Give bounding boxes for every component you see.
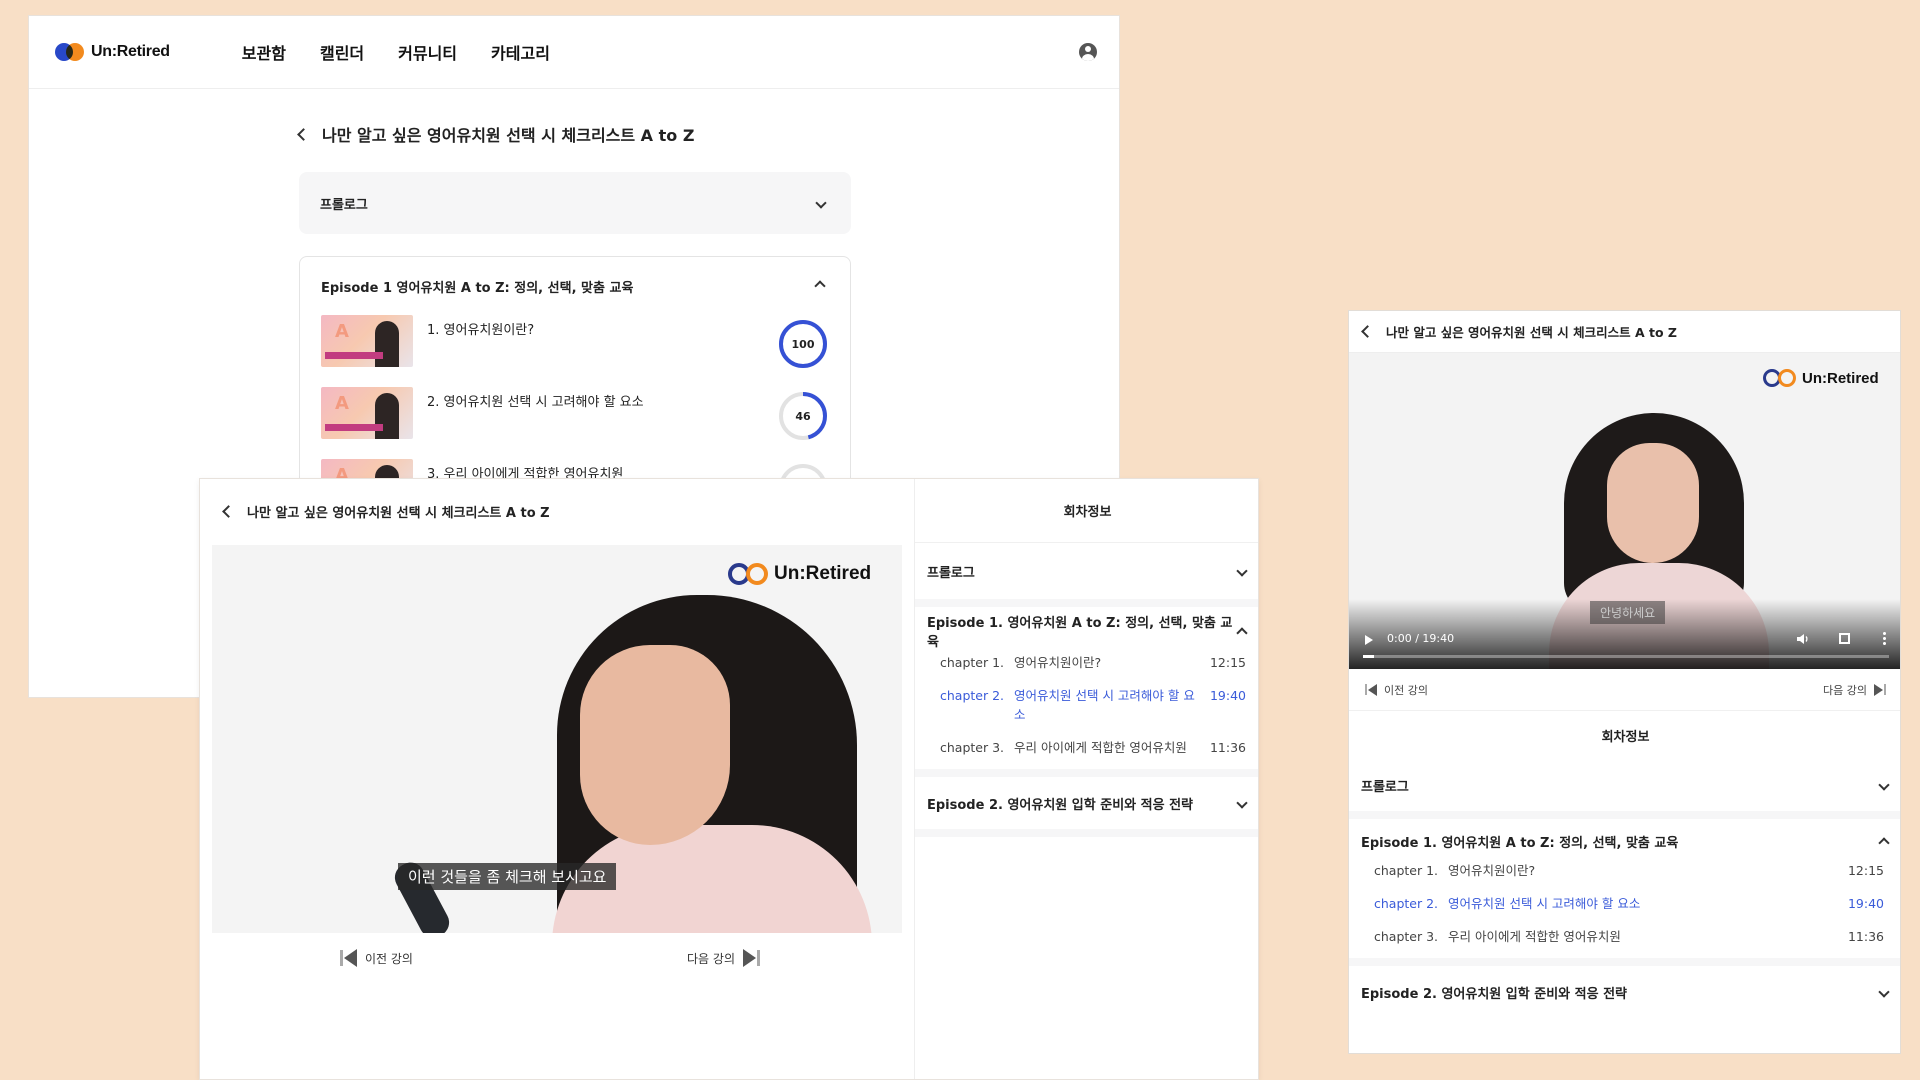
nav-item-calendar[interactable]: 캘린더: [320, 40, 364, 64]
prev-icon: [1365, 683, 1377, 696]
nav-item-category[interactable]: 카테고리: [491, 40, 550, 64]
brand-logo[interactable]: Un:Retired: [55, 42, 170, 62]
video-time: 0:00 / 19:40: [1387, 632, 1455, 645]
video-subtitle: 이런 것들을 좀 체크해 보시고요: [398, 863, 617, 890]
nav-item-library[interactable]: 보관함: [242, 40, 286, 64]
desktop-player-window: 나만 알고 싶은 영어유치원 선택 시 체크리스트 A to Z Un:Reti…: [199, 478, 1259, 1080]
lecture-navigation: 이전 강의 다음 강의: [340, 949, 760, 967]
chapter-item[interactable]: chapter 1. 영어유치원이란? 12:15: [915, 653, 1258, 672]
page-title: 나만 알고 싶은 영어유치원 선택 시 체크리스트 A to Z: [322, 126, 695, 145]
chapter-item-active[interactable]: chapter 2. 영어유치원 선택 시 고려해야 할 요소 19:40: [915, 686, 1258, 724]
course-title: 나만 알고 싶은 영어유치원 선택 시 체크리스트 A to Z: [1386, 325, 1677, 340]
video-player[interactable]: Un:Retired 안녕하세요 0:00 / 19:40: [1349, 353, 1900, 669]
more-vertical-icon[interactable]: [1883, 631, 1886, 645]
episode1-accordion: Episode 1 영어유치원 A to Z: 정의, 선택, 맞춤 교육 A …: [299, 256, 851, 496]
episode2-accordion[interactable]: Episode 2. 영어유치원 입학 준비와 적응 전략: [915, 777, 1258, 829]
session-panel: 회차정보 프롤로그 Episode 1. 영어유치원 A to Z: 정의, 선…: [1349, 711, 1900, 1018]
lesson-thumbnail: A: [321, 387, 413, 439]
progress-ring: 46: [777, 390, 829, 442]
chevron-down-icon: [1878, 986, 1890, 998]
video-controls: 0:00 / 19:40: [1349, 609, 1900, 669]
back-arrow-icon[interactable]: [297, 127, 310, 141]
session-info-title: 회차정보: [915, 479, 1258, 543]
next-icon: [743, 949, 760, 967]
fullscreen-icon[interactable]: [1839, 633, 1850, 644]
video-brand-logo: Un:Retired: [1763, 369, 1879, 387]
top-navigation: Un:Retired 보관함 캘린더 커뮤니티 카테고리: [29, 16, 1119, 89]
episode2-accordion[interactable]: Episode 2. 영어유치원 입학 준비와 적응 전략: [1349, 966, 1900, 1018]
prev-lecture-button[interactable]: 이전 강의: [1365, 682, 1428, 698]
video-progress-bar[interactable]: [1363, 655, 1889, 658]
video-player[interactable]: Un:Retired 이런 것들을 좀 체크해 보시고요: [212, 545, 902, 933]
chevron-down-icon: [815, 197, 827, 209]
chapter-item[interactable]: chapter 1. 영어유치원이란? 12:15: [1349, 861, 1900, 880]
chevron-up-icon: [1236, 627, 1248, 639]
lesson-title: 1. 영어유치원이란?: [427, 323, 535, 338]
page-title-row: 나만 알고 싶은 영어유치원 선택 시 체크리스트 A to Z: [297, 116, 851, 152]
chevron-up-icon: [1878, 837, 1890, 849]
episode1-header[interactable]: Episode 1. 영어유치원 A to Z: 정의, 선택, 맞춤 교육: [915, 611, 1258, 651]
chapter-item[interactable]: chapter 3. 우리 아이에게 적합한 영어유치원 11:36: [915, 738, 1258, 757]
back-arrow-icon[interactable]: [222, 504, 235, 518]
play-icon[interactable]: [1365, 635, 1373, 645]
next-lecture-button[interactable]: 다음 강의: [1823, 682, 1886, 698]
prologue-accordion[interactable]: 프롤로그: [1349, 759, 1900, 811]
chapter-item-active[interactable]: chapter 2. 영어유치원 선택 시 고려해야 할 요소 19:40: [1349, 894, 1900, 913]
prologue-accordion[interactable]: 프롤로그: [915, 543, 1258, 599]
chapter-item[interactable]: chapter 3. 우리 아이에게 적합한 영어유치원 11:36: [1349, 927, 1900, 946]
user-circle-icon[interactable]: [1079, 43, 1097, 61]
episode1-header[interactable]: Episode 1. 영어유치원 A to Z: 정의, 선택, 맞춤 교육: [1349, 821, 1900, 861]
chevron-down-icon: [1236, 565, 1248, 577]
episode1-header[interactable]: Episode 1 영어유치원 A to Z: 정의, 선택, 맞춤 교육: [321, 257, 829, 315]
chevron-down-icon: [1878, 779, 1890, 791]
lesson-item[interactable]: A 2. 영어유치원 선택 시 고려해야 할 요소 46: [321, 387, 829, 459]
chevron-up-icon: [814, 280, 826, 292]
progress-ring: 100: [777, 318, 829, 370]
course-content: 나만 알고 싶은 영어유치원 선택 시 체크리스트 A to Z 프롤로그 Ep…: [297, 116, 851, 496]
chevron-down-icon: [1236, 797, 1248, 809]
lecture-navigation: 이전 강의 다음 강의: [1349, 669, 1900, 711]
video-brand-logo: Un:Retired: [728, 563, 871, 585]
lesson-thumbnail: A: [321, 315, 413, 367]
main-nav: 보관함 캘린더 커뮤니티 카테고리: [242, 40, 550, 64]
progress-value: 100: [791, 337, 815, 351]
logo-icon: [55, 42, 85, 62]
nav-item-community[interactable]: 커뮤니티: [398, 40, 457, 64]
prev-icon: [340, 949, 357, 967]
prologue-accordion[interactable]: 프롤로그: [299, 172, 851, 234]
mobile-player-window: 나만 알고 싶은 영어유치원 선택 시 체크리스트 A to Z Un:Reti…: [1348, 310, 1901, 1054]
next-icon: [1874, 683, 1886, 696]
prev-lecture-button[interactable]: 이전 강의: [340, 949, 413, 967]
progress-value: 46: [795, 409, 811, 423]
player-header: 나만 알고 싶은 영어유치원 선택 시 체크리스트 A to Z: [200, 479, 914, 543]
logo-text: Un:Retired: [91, 43, 170, 60]
lesson-item[interactable]: A 1. 영어유치원이란? 100: [321, 315, 829, 387]
back-arrow-icon[interactable]: [1361, 325, 1374, 338]
player-header: 나만 알고 싶은 영어유치원 선택 시 체크리스트 A to Z: [1349, 311, 1900, 353]
lesson-title: 2. 영어유치원 선택 시 고려해야 할 요소: [427, 395, 644, 410]
session-info-title: 회차정보: [1601, 729, 1650, 745]
player-area: 나만 알고 싶은 영어유치원 선택 시 체크리스트 A to Z Un:Reti…: [200, 479, 914, 1079]
volume-icon[interactable]: [1796, 632, 1810, 646]
session-panel: 회차정보 프롤로그 Episode 1. 영어유치원 A to Z: 정의, 선…: [914, 479, 1258, 1079]
prologue-label: 프롤로그: [320, 197, 368, 213]
episode1-title: Episode 1 영어유치원 A to Z: 정의, 선택, 맞춤 교육: [321, 280, 634, 296]
course-title: 나만 알고 싶은 영어유치원 선택 시 체크리스트 A to Z: [247, 505, 550, 521]
next-lecture-button[interactable]: 다음 강의: [687, 949, 760, 967]
